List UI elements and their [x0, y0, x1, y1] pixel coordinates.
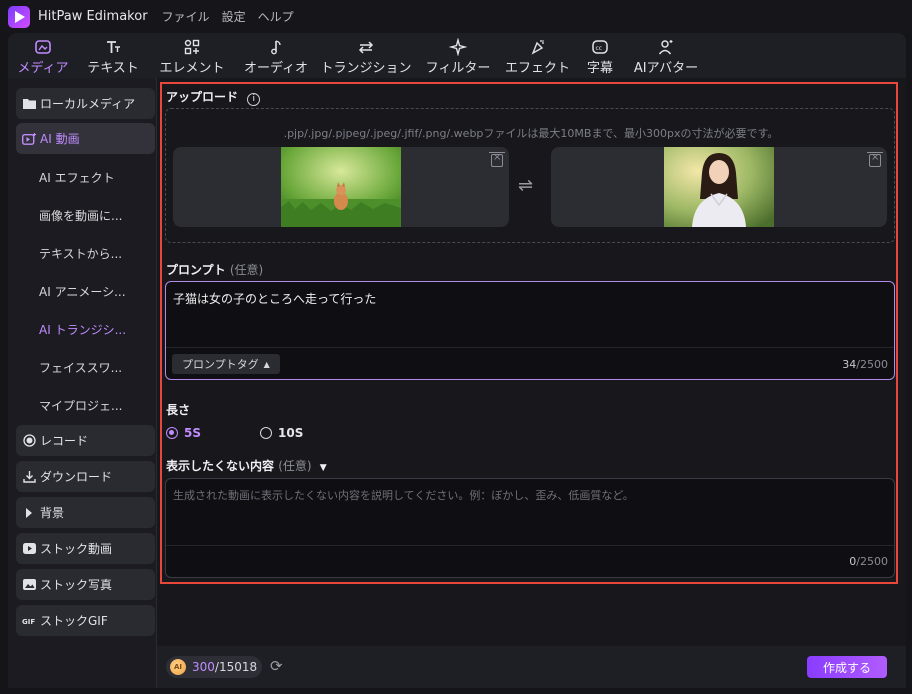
tab-caption[interactable]: cc 字幕 — [575, 33, 625, 78]
sidebar-item-ai-transition[interactable]: AI トランジシ... — [39, 321, 126, 338]
ai-video-icon — [22, 132, 36, 146]
sidebar-item-label: ダウンロード — [40, 470, 113, 484]
sidebar-item-text-to-video[interactable]: テキストから... — [39, 245, 122, 262]
sidebar-item-image-to-video[interactable]: 画像を動画に... — [39, 207, 122, 224]
sidebar-item-label: ストックGIF — [40, 614, 108, 628]
caret-right-icon — [22, 506, 36, 520]
main-toolbar: メディア テキスト エレメント オーディオ トランジション フィルター エフェク… — [8, 33, 906, 78]
tab-media[interactable]: メディア — [8, 33, 78, 78]
media-icon — [34, 38, 52, 56]
image-icon — [22, 578, 36, 592]
sidebar-item-stock-photo[interactable]: ストック写真 — [16, 569, 155, 600]
tab-transition[interactable]: トランジション — [316, 33, 416, 78]
text-icon — [104, 38, 122, 56]
create-button[interactable]: 作成する — [807, 656, 887, 678]
record-icon — [22, 434, 36, 448]
sidebar-item-ai-animation[interactable]: AI アニメーシ... — [39, 283, 126, 300]
sidebar-item-label: レコード — [40, 434, 89, 448]
credits-total: /15018 — [214, 660, 258, 674]
menu-help[interactable]: ヘルプ — [258, 8, 294, 25]
sidebar-item-record[interactable]: レコード — [16, 425, 155, 456]
tab-elements[interactable]: エレメント — [148, 33, 236, 78]
app-name: HitPaw Edimakor — [38, 9, 148, 24]
caption-icon: cc — [591, 38, 609, 56]
tab-audio[interactable]: オーディオ — [236, 33, 316, 78]
sidebar-item-download[interactable]: ダウンロード — [16, 461, 155, 492]
sidebar-item-background[interactable]: 背景 — [16, 497, 155, 528]
gif-icon: GIF — [22, 614, 36, 628]
coin-icon: AI — [170, 659, 186, 675]
title-bar: HitPaw Edimakor ファイル 設定 ヘルプ — [0, 0, 912, 33]
sidebar-item-label: ローカルメディア — [40, 97, 136, 111]
sidebar-item-ai-effect[interactable]: AI エフェクト — [39, 169, 115, 186]
menu-settings[interactable]: 設定 — [222, 8, 246, 25]
sidebar-item-stock-video[interactable]: ストック動画 — [16, 533, 155, 564]
sidebar-item-face-swap[interactable]: フェイススワ... — [39, 359, 122, 376]
sidebar-item-label: ストック写真 — [40, 578, 113, 592]
avatar-icon — [657, 38, 675, 56]
folder-icon — [22, 97, 36, 111]
sidebar-item-ai-video[interactable]: AI 動画 — [16, 123, 155, 154]
sidebar-item-label: 背景 — [40, 506, 65, 520]
sidebar-item-label: AI 動画 — [40, 132, 80, 146]
highlight-frame — [160, 82, 898, 584]
sidebar-item-label: ストック動画 — [40, 542, 113, 556]
sidebar-item-local-media[interactable]: ローカルメディア — [16, 88, 155, 119]
elements-icon — [183, 38, 201, 56]
transition-icon — [357, 38, 375, 56]
menu-file[interactable]: ファイル — [162, 8, 210, 25]
app-logo — [8, 5, 30, 28]
svg-text:GIF: GIF — [22, 618, 35, 626]
download-icon — [22, 470, 36, 484]
credits-badge: AI 300/15018 — [166, 656, 262, 678]
tab-text[interactable]: テキスト — [78, 33, 148, 78]
tab-ai-avatar[interactable]: AIアバター — [625, 33, 707, 78]
svg-text:cc: cc — [596, 45, 603, 52]
sidebar-item-stock-gif[interactable]: GIF ストックGIF — [16, 605, 155, 636]
play-icon — [22, 542, 36, 556]
audio-icon — [267, 38, 285, 56]
sidebar: ローカルメディア AI 動画 AI エフェクト 画像を動画に... テキストから… — [8, 78, 157, 688]
filter-icon — [449, 38, 467, 56]
tab-filter[interactable]: フィルター — [416, 33, 500, 78]
tab-effect[interactable]: エフェクト — [500, 33, 575, 78]
refresh-icon[interactable]: ⟳ — [270, 657, 283, 675]
credits-used: 300 — [192, 660, 215, 674]
sidebar-item-my-project[interactable]: マイプロジェ... — [39, 397, 122, 414]
effect-icon — [529, 38, 547, 56]
